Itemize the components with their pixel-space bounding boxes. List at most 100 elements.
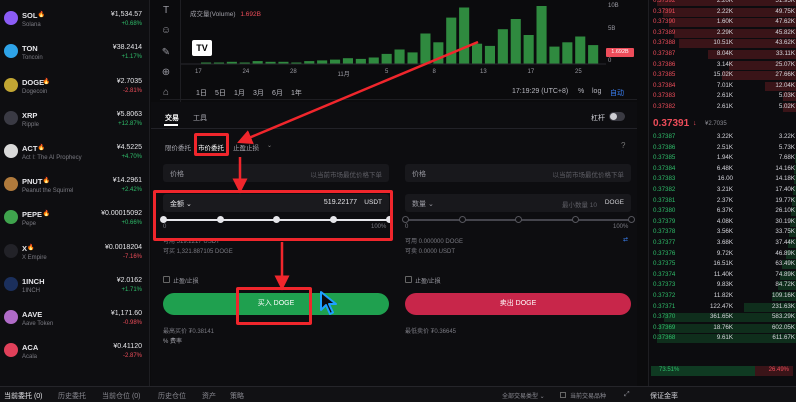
bid-total: 30.19K — [775, 217, 795, 225]
ask-size: 7.01K — [716, 81, 733, 89]
bid-total: 37.44K — [775, 239, 795, 246]
ask-total: 43.62K — [775, 39, 795, 47]
ask-total: 27.66K — [775, 71, 795, 79]
bid-price: 0.37369 — [653, 323, 676, 331]
bid-total: 5.73K — [778, 143, 795, 151]
bid-row[interactable]: 0.37372 11.82K 109.16K — [649, 291, 796, 302]
bid-size: 11.40K — [713, 270, 733, 278]
ask-price: 0.37392 — [653, 0, 676, 4]
bid-total: 3.22K — [778, 133, 795, 140]
bid-total: 7.68K — [778, 154, 795, 162]
annotation-arrows — [232, 40, 479, 291]
ask-price: 0.37384 — [653, 81, 676, 89]
bid-total: 19.77K — [775, 196, 795, 204]
bid-price: 0.37371 — [653, 302, 676, 310]
bid-total: 14.16K — [775, 164, 795, 172]
bid-price: 0.37378 — [653, 228, 676, 236]
ask-total: 33.11K — [775, 50, 795, 57]
bid-price: 0.37385 — [653, 154, 676, 162]
bid-price: 0.37368 — [653, 334, 676, 342]
arrow-1 — [237, 40, 479, 145]
ask-size: 8.04K — [716, 50, 733, 57]
bid-size: 2.51K — [716, 143, 733, 151]
ask-size: 1.60K — [716, 18, 733, 26]
ask-size: 2.29K — [716, 28, 733, 36]
bid-total: 33.75K — [775, 228, 795, 236]
bid-size: 2.37K — [716, 196, 733, 204]
bid-price: 0.37381 — [653, 196, 676, 204]
ask-price: 0.37386 — [653, 60, 676, 68]
bid-total: 14.18K — [775, 175, 795, 183]
bid-size: 9.72K — [716, 249, 733, 257]
bid-row[interactable]: 0.37371 122.47K 231.63K — [649, 302, 796, 313]
ask-size: 10.51K — [713, 39, 733, 47]
bid-size: 3.21K — [716, 186, 733, 193]
bid-price: 0.37379 — [653, 217, 676, 225]
bid-size: 1.94K — [716, 154, 733, 162]
bid-total: 74.89K — [775, 270, 795, 278]
ask-size: 2.61K — [716, 103, 733, 110]
ask-total: 5.03K — [778, 92, 795, 100]
bid-size: 6.37K — [716, 207, 733, 215]
ask-total: 25.07K — [775, 60, 795, 68]
ask-total: 45.82K — [775, 28, 795, 36]
ask-price: 0.37389 — [653, 28, 676, 36]
ask-price: 0.37388 — [653, 39, 676, 47]
bid-size: 3.68K — [716, 239, 733, 246]
ask-size: 2.61K — [716, 92, 733, 100]
ask-total: 51.95K — [775, 0, 795, 4]
bid-price: 0.37375 — [653, 260, 676, 268]
ask-price: 0.37385 — [653, 71, 676, 79]
ask-size: 15.02K — [713, 71, 733, 79]
ask-total: 12.04K — [775, 81, 795, 89]
bid-size: 16.51K — [713, 260, 733, 268]
bid-size: 9.83K — [716, 281, 733, 289]
bid-price: 0.37383 — [653, 175, 676, 183]
bid-total: 17.40K — [775, 186, 795, 193]
bid-total: 26.10K — [775, 207, 795, 215]
ask-price: 0.37383 — [653, 92, 676, 100]
bid-total: 63.49K — [775, 260, 795, 268]
ask-size: 2.22K — [716, 7, 733, 15]
bid-price: 0.37372 — [653, 292, 676, 299]
bid-row[interactable]: 0.37370 361.65K 583.29K — [649, 312, 796, 323]
ask-size: 2.20K — [716, 0, 733, 4]
bid-price: 0.37374 — [653, 270, 676, 278]
bid-size: 3.56K — [716, 228, 733, 236]
bid-size: 4.08K — [716, 217, 733, 225]
bid-row[interactable]: 0.37369 18.76K 602.05K — [649, 323, 796, 334]
bid-total: 46.89K — [775, 249, 795, 257]
bid-size: 11.82K — [713, 292, 733, 299]
bid-size: 361.65K — [709, 313, 733, 321]
bid-size: 6.48K — [716, 164, 733, 172]
bid-size: 18.76K — [713, 323, 733, 331]
ask-price: 0.37391 — [653, 7, 676, 15]
bid-total: 611.67K — [772, 334, 795, 342]
bid-price: 0.37387 — [653, 133, 676, 140]
bid-total: 84.72K — [775, 281, 795, 289]
bid-total: 109.16K — [771, 292, 795, 299]
ask-price: 0.37382 — [653, 103, 676, 110]
bid-price: 0.37370 — [653, 313, 676, 321]
bid-price: 0.37377 — [653, 239, 676, 246]
bid-total: 583.29K — [771, 313, 795, 321]
bid-total: 231.63K — [771, 302, 795, 310]
bid-price: 0.37376 — [653, 249, 676, 257]
bid-price: 0.37380 — [653, 207, 676, 215]
bid-price: 0.37386 — [653, 143, 676, 151]
bid-price: 0.37384 — [653, 164, 676, 172]
ask-size: 3.14K — [716, 60, 733, 68]
ask-price: 0.37387 — [653, 50, 676, 57]
bid-size: 16.00 — [717, 175, 733, 183]
ask-total: 5.02K — [778, 103, 795, 110]
bid-price: 0.37373 — [653, 281, 676, 289]
bid-total: 602.05K — [771, 323, 795, 331]
bid-price: 0.37382 — [653, 186, 676, 193]
ask-total: 47.62K — [775, 18, 795, 26]
bid-size: 122.47K — [709, 302, 733, 310]
ask-price: 0.37390 — [653, 18, 676, 26]
bid-size: 9.61K — [716, 334, 733, 342]
bid-row[interactable]: 0.37368 9.61K 611.67K — [649, 333, 796, 344]
ask-total: 49.75K — [775, 7, 795, 15]
bid-size: 3.22K — [716, 133, 733, 140]
